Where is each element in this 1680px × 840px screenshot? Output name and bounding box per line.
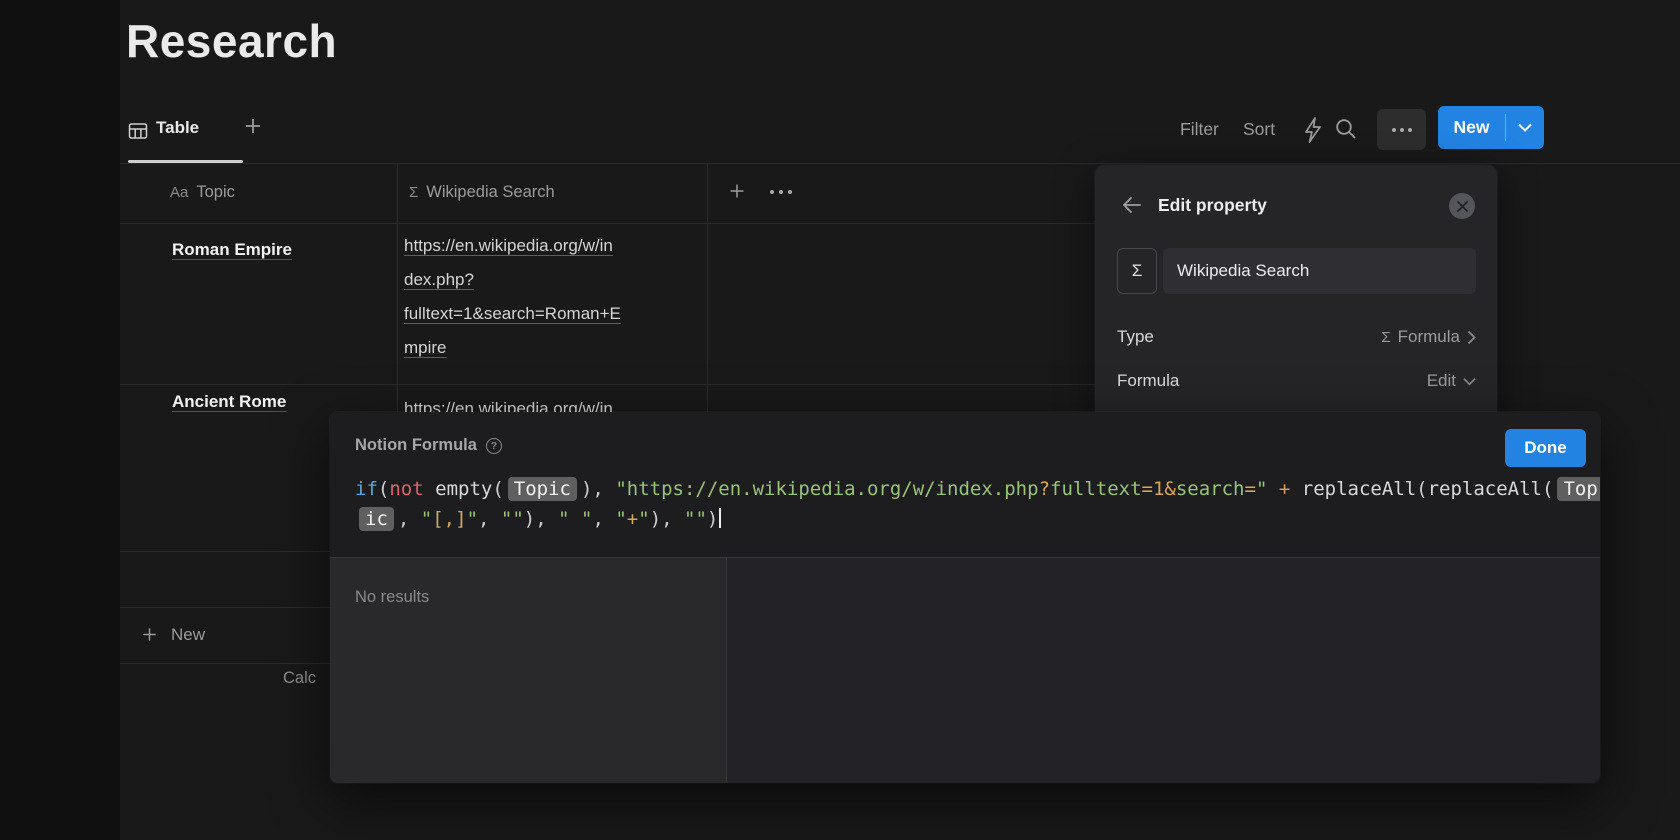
property-token-pill[interactable]: ic xyxy=(359,507,394,531)
formula-suggestions-section: No results xyxy=(330,557,1600,783)
table-row-title[interactable]: Ancient Rome xyxy=(172,392,286,412)
property-name-input[interactable]: Wikipedia Search xyxy=(1163,248,1476,294)
type-row-value[interactable]: Σ Formula xyxy=(1381,327,1476,347)
formula-edit-label: Edit xyxy=(1427,371,1456,391)
tab-table[interactable]: Table xyxy=(156,118,199,138)
add-view-icon[interactable] xyxy=(241,114,265,138)
table-row-title[interactable]: Roman Empire xyxy=(172,240,292,260)
back-arrow-icon[interactable] xyxy=(1120,193,1144,217)
calculate-button[interactable]: Calc xyxy=(283,669,316,688)
formula-editor-section: Notion Formula ? Done if(not empty(Topic… xyxy=(330,412,1600,557)
close-icon xyxy=(1457,201,1468,212)
window-left-edge xyxy=(0,0,120,840)
help-icon[interactable]: ? xyxy=(486,438,502,454)
view-options-button[interactable] xyxy=(1377,109,1426,150)
type-row-label: Type xyxy=(1117,327,1154,347)
row-divider xyxy=(120,384,1095,385)
new-button-label[interactable]: New xyxy=(1438,106,1505,149)
formula-code: if(not empty(Topic), "https://en.wikiped… xyxy=(355,474,1600,534)
edit-property-title: Edit property xyxy=(1158,195,1267,216)
table-view-icon xyxy=(128,121,148,141)
chevron-down-icon xyxy=(1463,377,1476,386)
text-type-icon: Aa xyxy=(170,184,188,201)
tabs-divider xyxy=(120,163,1680,164)
column-header-topic-label: Topic xyxy=(196,183,235,202)
add-column-icon[interactable] xyxy=(726,180,748,202)
formula-code-input[interactable]: if(not empty(Topic), "https://en.wikiped… xyxy=(355,474,1600,534)
column-header-wikipedia-search-label: Wikipedia Search xyxy=(426,183,554,202)
property-token-pill[interactable]: Top xyxy=(1557,477,1600,501)
table-options-icon[interactable] xyxy=(770,190,792,194)
property-type-icon-button[interactable]: Σ xyxy=(1117,248,1157,294)
new-dropdown-button[interactable] xyxy=(1506,106,1544,149)
formula-popup-title: Notion Formula ? xyxy=(355,436,502,455)
dots-icon xyxy=(1392,128,1396,132)
row-divider xyxy=(120,223,1095,224)
formula-sigma-icon: Σ xyxy=(409,184,418,201)
property-token-pill[interactable]: Topic xyxy=(508,477,577,501)
chevron-down-icon xyxy=(1518,123,1532,132)
notion-page: Research Table Filter Sort New xyxy=(0,0,1680,840)
suggestions-list-pane: No results xyxy=(330,558,726,783)
chevron-right-icon xyxy=(1467,330,1476,345)
column-header-wikipedia-search[interactable]: Σ Wikipedia Search xyxy=(409,183,555,202)
search-icon[interactable] xyxy=(1334,117,1360,145)
done-button[interactable]: Done xyxy=(1505,429,1586,467)
sort-button[interactable]: Sort xyxy=(1243,119,1275,140)
automation-lightning-icon[interactable] xyxy=(1301,115,1327,143)
sigma-icon: Σ xyxy=(1381,329,1390,346)
formula-edit-button[interactable]: Edit xyxy=(1427,371,1476,391)
sigma-icon: Σ xyxy=(1132,261,1143,281)
new-button[interactable]: New xyxy=(1438,106,1544,149)
formula-row-label: Formula xyxy=(1117,371,1179,391)
table-cell-url[interactable]: https://en.wikipedia.org/w/in dex.php? f… xyxy=(404,229,702,365)
suggestions-divider xyxy=(726,558,727,783)
notion-formula-popup: Notion Formula ? Done if(not empty(Topic… xyxy=(330,412,1600,783)
close-button[interactable] xyxy=(1449,193,1475,219)
text-cursor xyxy=(719,508,721,528)
new-row-button[interactable]: New xyxy=(171,625,205,645)
plus-icon[interactable] xyxy=(139,624,160,645)
page-title[interactable]: Research xyxy=(126,14,337,68)
filter-button[interactable]: Filter xyxy=(1180,119,1219,140)
no-results-label: No results xyxy=(355,588,429,607)
type-value: Formula xyxy=(1398,327,1460,347)
property-name-value: Wikipedia Search xyxy=(1177,261,1309,281)
column-header-topic[interactable]: Aa Topic xyxy=(170,183,235,202)
